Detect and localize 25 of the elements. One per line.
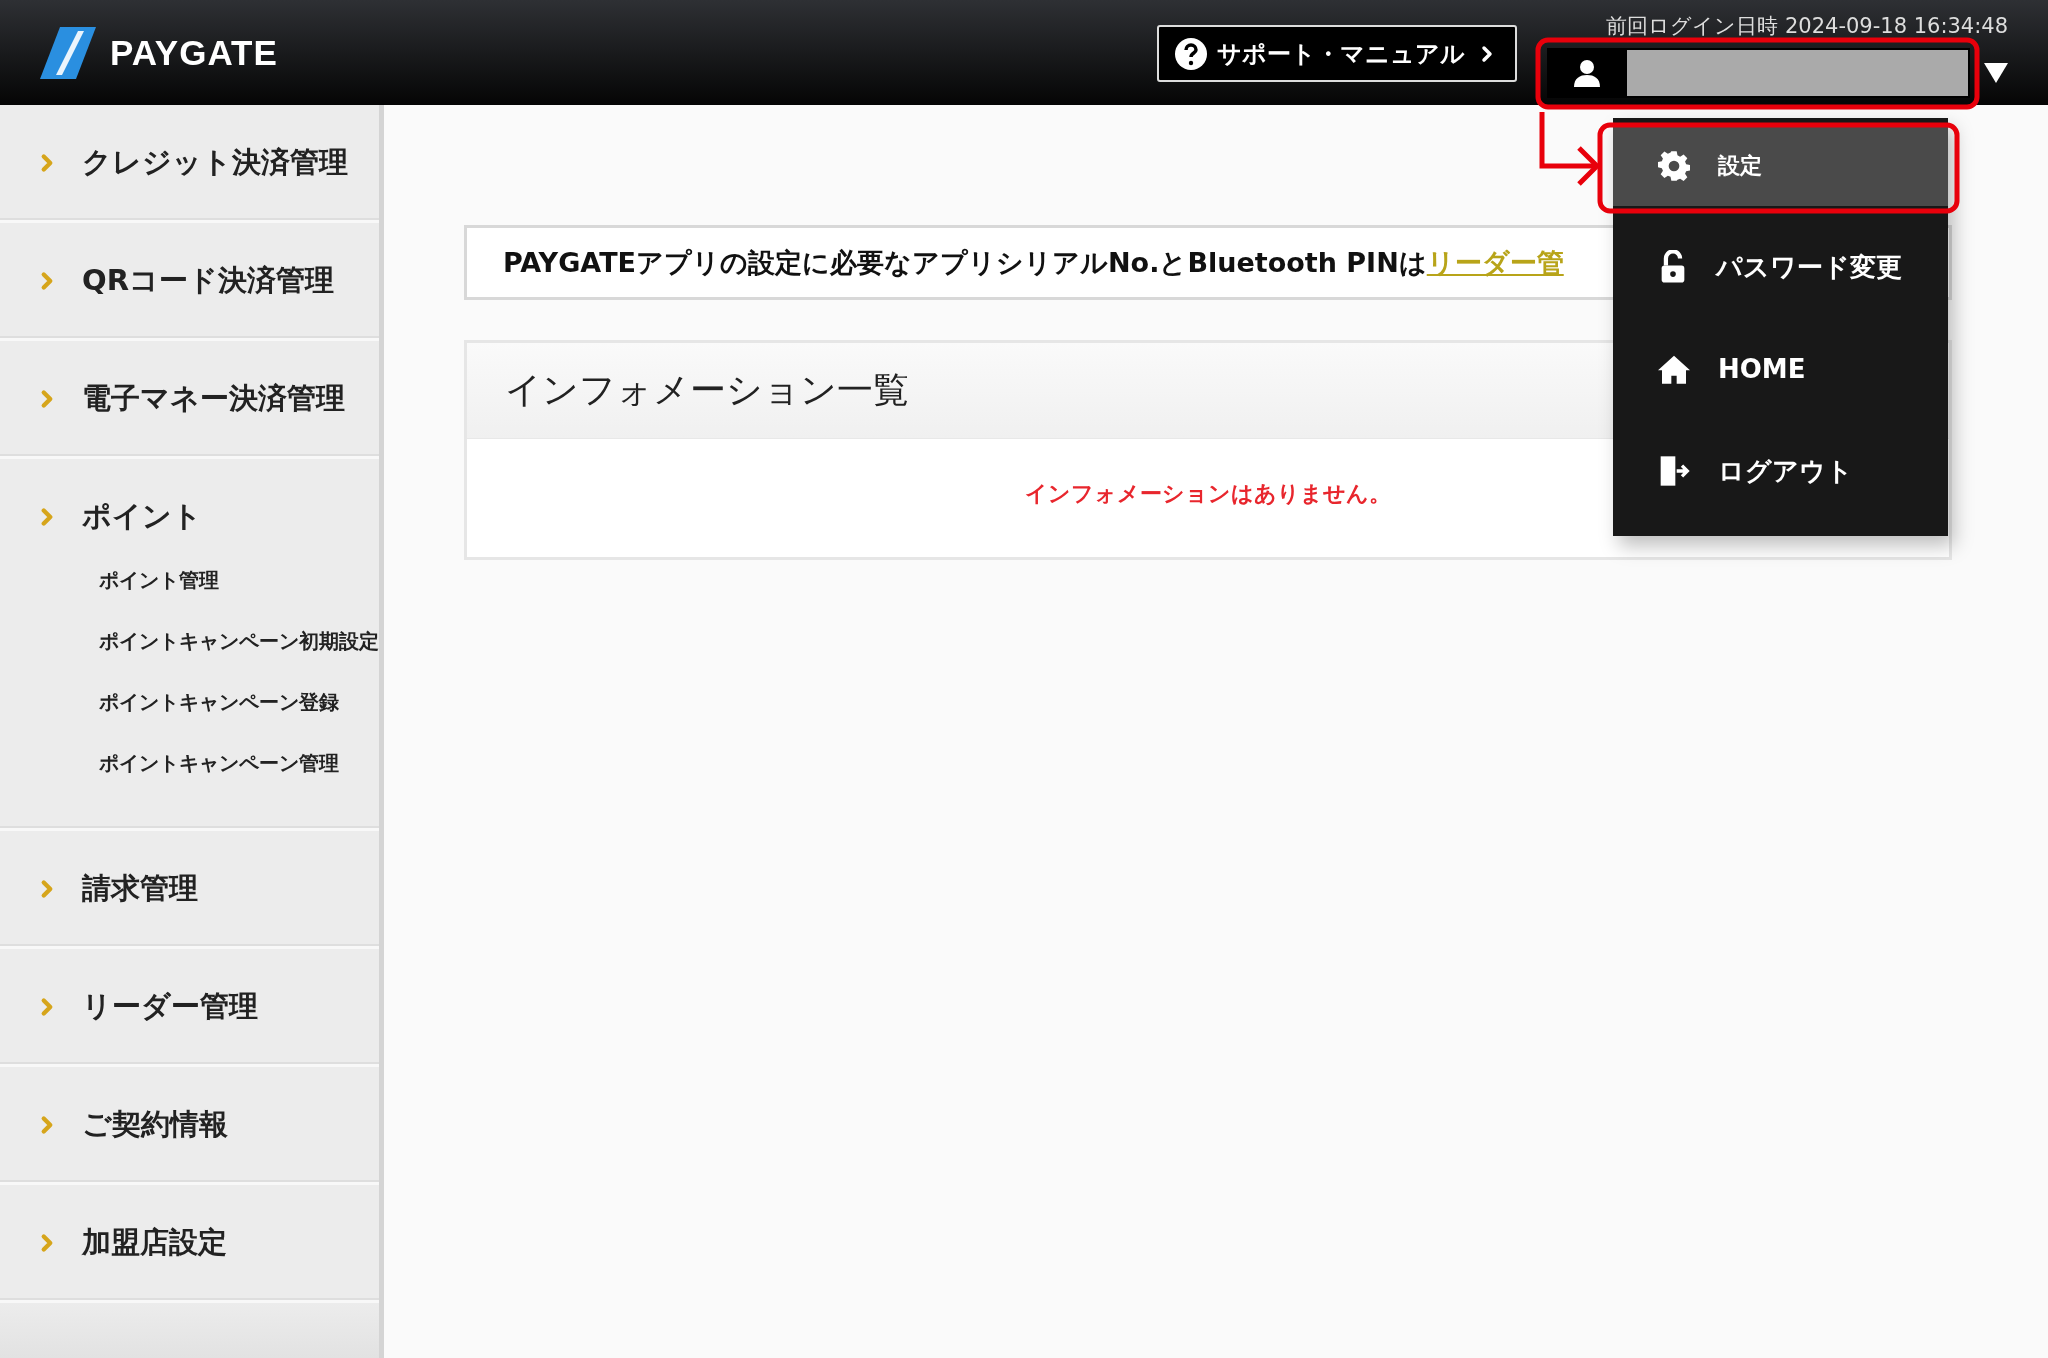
sidebar-item[interactable]: ポイント — [34, 499, 379, 534]
settings-icon — [1658, 150, 1690, 182]
exit-door-icon — [1658, 455, 1690, 487]
home-icon — [1658, 354, 1690, 384]
sidebar-item[interactable]: リーダー管理 — [34, 989, 379, 1024]
sidebar-subitem[interactable]: ポイントキャンペーン管理 — [99, 747, 379, 780]
menu-item[interactable]: 設定 — [1613, 126, 1948, 206]
sidebar-subitem[interactable]: ポイントキャンペーン登録 — [99, 686, 379, 719]
sidebar-subitem[interactable]: ポイントキャンペーン初期設定 — [99, 625, 379, 658]
last-login-text: 前回ログイン日時 2024-09-18 16:34:48 — [1606, 13, 2008, 40]
sidebar-item[interactable]: QRコード決済管理 — [34, 263, 379, 298]
user-icon — [1574, 59, 1600, 87]
sidebar-subitem[interactable]: ポイント管理 — [99, 564, 379, 597]
sidebar-item[interactable]: 加盟店設定 — [34, 1225, 379, 1260]
empty-message: インフォメーションはありません。 — [1025, 480, 1391, 508]
logo-text: PAYGATE — [110, 32, 278, 73]
user-account-field[interactable] — [1547, 48, 1970, 98]
logo-icon — [40, 26, 96, 79]
sidebar-item[interactable]: クレジット決済管理 — [34, 145, 379, 180]
support-manual-button[interactable]: サポート・マニュアル — [1157, 25, 1517, 82]
sidebar-item[interactable]: 請求管理 — [34, 871, 379, 906]
dropdown-caret-icon[interactable] — [1984, 63, 2008, 83]
sidebar-item[interactable]: ご契約情報 — [34, 1107, 379, 1142]
help-icon — [1175, 37, 1207, 70]
sidebar-item[interactable]: 電子マネー決済管理 — [34, 381, 379, 416]
